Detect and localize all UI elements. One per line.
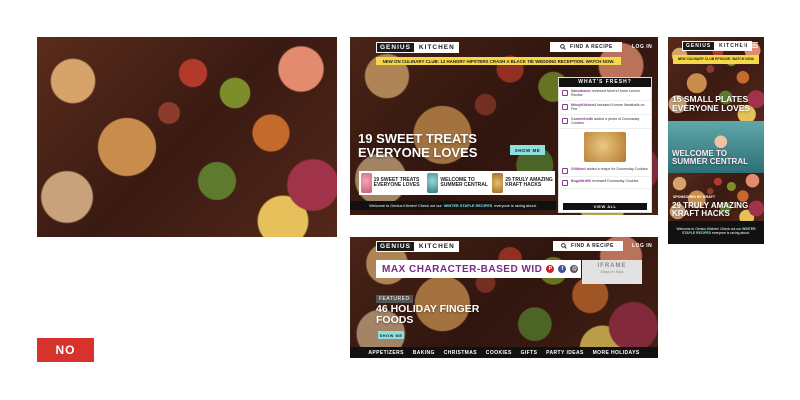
show-me-button[interactable]: SHOW ME xyxy=(510,145,545,155)
winter-staple-link[interactable]: WINTER STAPLE RECIPES xyxy=(444,204,492,208)
desktop-mockup: GENIUS KITCHEN FIND A RECIPE LOG IN NEW … xyxy=(350,37,658,215)
iframe-ad[interactable]: IFRAME Ships to Kips xyxy=(582,260,642,284)
activity-item[interactable]: BugsWrd90 reviewed Doomsday Cookies xyxy=(559,177,651,189)
no-badge-label: NO xyxy=(55,343,76,357)
login-link[interactable]: LOG IN xyxy=(632,44,652,50)
tweak-icon xyxy=(562,103,568,110)
search-icon xyxy=(560,44,566,50)
activity-item[interactable]: MissyKitchen4 tweaked Korean Meatballs o… xyxy=(559,101,651,115)
activity-item[interactable]: Saburbanic reviewed Mom's Home Lemon Ric… xyxy=(559,87,651,101)
thumb-strip: 19 SWEET TREATS EVERYONE LOVES WELCOME T… xyxy=(359,171,555,195)
activity-item[interactable]: ConnieSmith added a photo of Doomsday Co… xyxy=(559,115,651,129)
bookmark-icon xyxy=(562,167,568,174)
sponsored-label: SPONSORED BY KRAFT xyxy=(673,195,716,199)
hero-title[interactable]: 19 SWEET TREATS EVERYONE LOVES xyxy=(358,132,508,159)
show-me-button[interactable]: SHOW ME xyxy=(378,331,404,339)
view-all-button[interactable]: VIEW ALL xyxy=(563,203,647,210)
nav-party-ideas[interactable]: PARTY IDEAS xyxy=(546,350,584,356)
whats-fresh-panel: WHAT'S FRESH? Saburbanic reviewed Mom's … xyxy=(558,77,652,213)
find-recipe-button[interactable]: FIND A RECIPE xyxy=(553,241,623,251)
mobile-feature-1[interactable]: 15 SMALL PLATES EVERYONE LOVES xyxy=(672,95,760,113)
welcome-footer: Welcome to Genius Kitchen! Check out our… xyxy=(350,201,556,210)
search-icon xyxy=(561,243,567,249)
activity-item[interactable]: Gillblunt added a recipe for Doomsday Co… xyxy=(559,165,651,177)
photo-preview[interactable] xyxy=(584,131,626,162)
thumb-card[interactable]: WELCOME TO SUMMER CENTRAL xyxy=(425,171,490,195)
site-logo[interactable]: GENIUS KITCHEN xyxy=(376,241,459,252)
title-bar: MAX CHARACTER-BASED WID P f @ xyxy=(376,260,581,278)
menu-icon[interactable] xyxy=(751,42,758,48)
nav-christmas[interactable]: CHRISTMAS xyxy=(444,350,477,356)
feature-title[interactable]: 46 HOLIDAY FINGER FOODS xyxy=(376,303,486,326)
camera-icon xyxy=(562,117,568,124)
nav-baking[interactable]: BAKING xyxy=(413,350,435,356)
max-title[interactable]: MAX CHARACTER-BASED WID xyxy=(382,264,542,275)
no-badge: NO xyxy=(37,338,94,362)
nav-more-holidays[interactable]: MORE HOLIDAYS xyxy=(593,350,640,356)
review-icon xyxy=(562,90,568,96)
mobile-feature-2[interactable]: WELCOME TO SUMMER CENTRAL xyxy=(672,149,760,167)
nav-gifts[interactable]: GIFTS xyxy=(521,350,538,356)
mobile-feature-3[interactable]: 29 TRULY AMAZING KRAFT HACKS xyxy=(672,201,760,219)
find-recipe-button[interactable]: FIND A RECIPE xyxy=(550,42,622,52)
search-icon[interactable] xyxy=(741,42,747,48)
mobile-footer: Welcome to Genius Kitchen! Check out our… xyxy=(676,227,756,236)
food-photo-large xyxy=(37,37,337,237)
category-nav: APPETIZERS BAKING CHRISTMAS COOKIES GIFT… xyxy=(350,347,658,358)
mobile-mockup: GENIUS KITCHEN NEW CULINARY CLUB EPISODE… xyxy=(668,37,764,244)
review-icon xyxy=(562,179,568,186)
featured-badge: FEATURED xyxy=(376,295,413,303)
thumb-card[interactable]: 19 SWEET TREATS EVERYONE LOVES xyxy=(359,171,425,195)
news-ticker[interactable]: NEW CULINARY CLUB EPISODE. WATCH NOW. xyxy=(673,55,759,64)
email-icon[interactable]: @ xyxy=(570,265,579,273)
nav-cookies[interactable]: COOKIES xyxy=(486,350,512,356)
whats-fresh-title: WHAT'S FRESH? xyxy=(559,78,651,87)
desktop-mockup-2: GENIUS KITCHEN FIND A RECIPE LOG IN MAX … xyxy=(350,237,658,358)
thumb-card[interactable]: 29 TRULY AMAZING KRAFT HACKS xyxy=(490,171,555,195)
facebook-icon[interactable]: f xyxy=(558,265,567,273)
site-logo[interactable]: GENIUS KITCHEN xyxy=(376,42,459,53)
login-link[interactable]: LOG IN xyxy=(632,243,652,249)
pinterest-icon[interactable]: P xyxy=(546,265,555,273)
news-ticker[interactable]: NEW ON CULINARY CLUB: 12 HANGRY HIPSTERS… xyxy=(376,57,621,65)
nav-appetizers[interactable]: APPETIZERS xyxy=(368,350,403,356)
